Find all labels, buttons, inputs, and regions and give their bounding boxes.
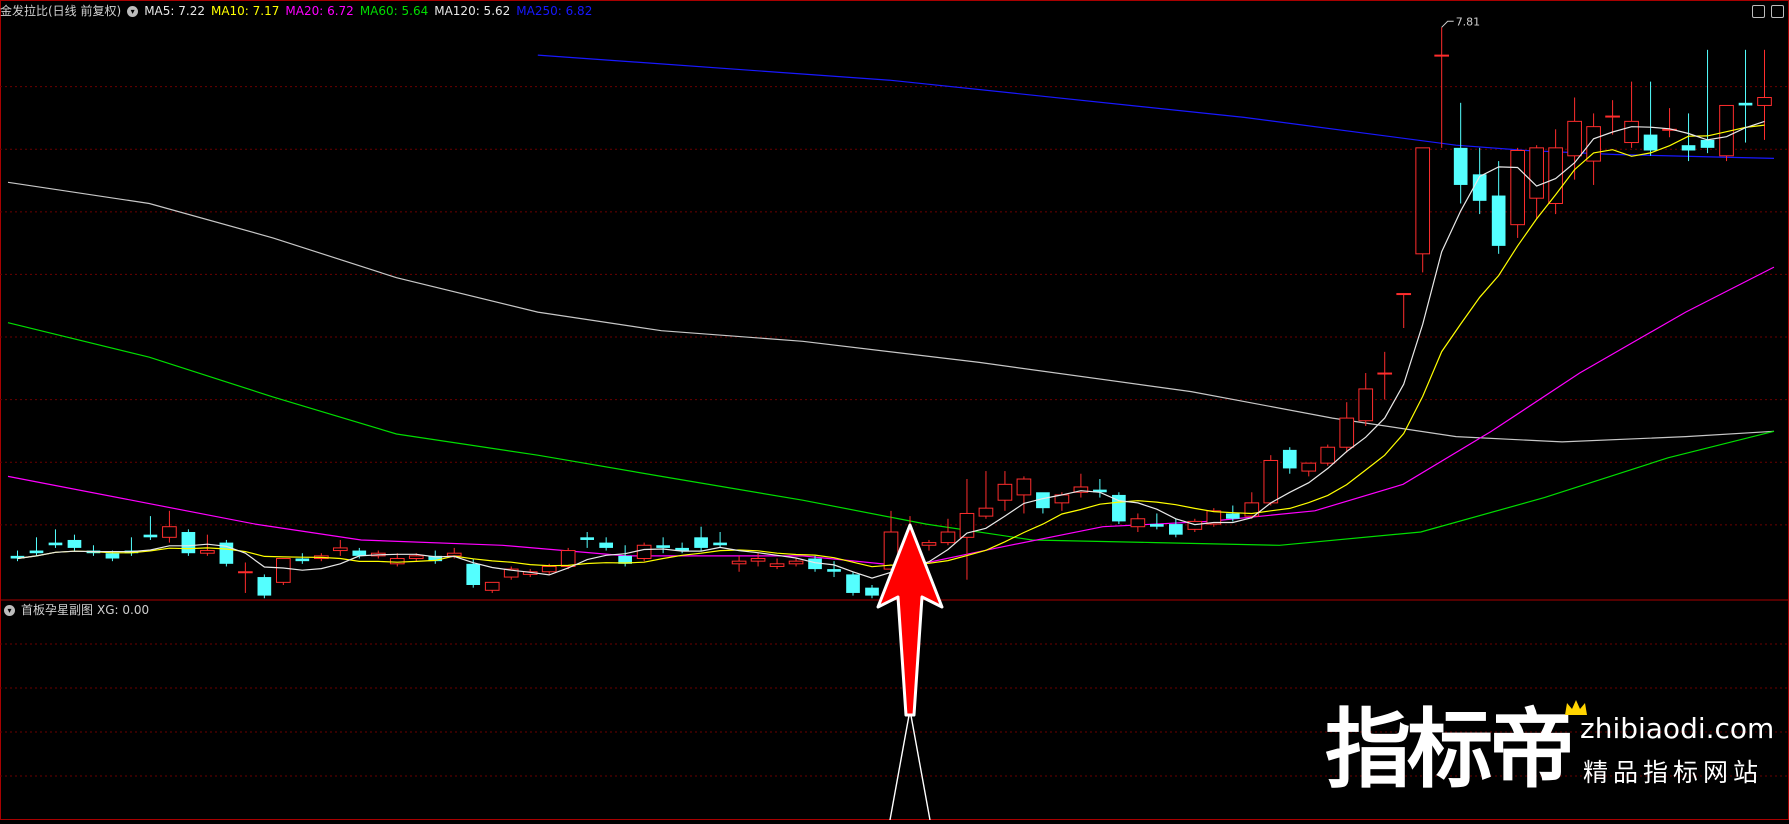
candle-body-up	[238, 571, 253, 574]
kline-chart-window: 7.81 金发拉比(日线 前复权) MA5: 7.22 MA10: 7.17 MA20…	[0, 0, 1789, 821]
candle-body-up	[276, 558, 291, 583]
candle-body-down	[599, 542, 613, 548]
ma10-line	[17, 124, 1765, 568]
candle-body-down	[466, 563, 481, 585]
candle-body-up	[560, 550, 576, 567]
subchart-dropdown-icon[interactable]	[4, 605, 15, 616]
candle-body-down	[181, 532, 196, 554]
indicator-list: MA5: 7.22 MA10: 7.17 MA20: 6.72 MA60: 5.64 M…	[144, 4, 598, 18]
candle-body-up	[940, 531, 956, 544]
watermark-brand: 指标帝	[1325, 700, 1575, 800]
maximize-icon[interactable]	[1771, 5, 1784, 18]
indicator-label: MA60: 5.64	[359, 4, 429, 18]
candle-body-up	[162, 526, 177, 538]
candle-body-up	[1396, 293, 1412, 296]
candle-body-up	[541, 565, 557, 573]
candle-body-up	[446, 552, 462, 557]
candle-body-up	[731, 560, 747, 565]
candle-body-down	[67, 539, 82, 548]
subchart-title: 首板孕星副图	[21, 603, 94, 617]
candle-body-up	[1358, 388, 1374, 422]
candle-body-up	[484, 581, 500, 591]
candle-body-down	[295, 558, 310, 562]
candle-body-down	[1491, 195, 1506, 246]
candle-body-down	[257, 577, 272, 596]
candle-body-down	[846, 574, 860, 593]
sub-panel-header: 首板孕星副图XG: 0.00	[0, 600, 155, 620]
main-panel-header: 金发拉比(日线 前复权) MA5: 7.22 MA10: 7.17 MA20: 6.7…	[0, 1, 604, 21]
candle-body-down	[1453, 147, 1468, 185]
watermark-slogan: 精品指标网站	[1583, 758, 1764, 787]
candle-body-down	[694, 537, 708, 548]
candle-body-down	[865, 587, 879, 596]
indicator-label: MA5: 7.22	[144, 4, 205, 18]
candle-body-down	[1169, 524, 1183, 535]
candle-body-down	[1282, 449, 1297, 469]
candle-body-up	[1567, 120, 1582, 157]
candle-body-up	[1624, 120, 1639, 144]
candle-body-down	[1643, 134, 1658, 151]
candle-body-down	[1738, 102, 1753, 106]
candle-body-up	[1339, 417, 1355, 448]
candle-body-up	[997, 483, 1013, 501]
candle-body-up	[1016, 478, 1032, 496]
signal-spike	[889, 709, 931, 821]
indicator-label: MA120: 5.62	[434, 4, 511, 18]
candle-body-up	[332, 547, 348, 552]
candle-body-up	[978, 507, 994, 517]
candle-body-up	[1529, 147, 1544, 199]
candle-body-down	[29, 550, 44, 554]
candle-body-down	[1700, 139, 1715, 148]
indicator-label: MA20: 6.72	[285, 4, 354, 18]
candle-body-down	[105, 553, 120, 559]
candle-body-up	[1301, 462, 1317, 472]
candle-body-down	[1681, 145, 1696, 151]
watermark-url: zhibiaodi.com	[1580, 712, 1775, 745]
high-marker-label: 7.81	[1456, 15, 1481, 28]
candle-body-up	[408, 555, 424, 560]
indicator-label: MA250: 6.82	[516, 4, 593, 18]
indicator-dropdown-icon[interactable]	[127, 6, 139, 17]
candle-body-down	[1225, 513, 1240, 519]
candle-body-up	[788, 560, 804, 565]
candle-body-down	[1150, 524, 1164, 527]
candle-body-up	[1605, 115, 1620, 118]
candle-body-down	[143, 534, 158, 538]
ma120-line	[7, 181, 1775, 443]
candle-body-up	[1377, 372, 1393, 375]
candle-body-up	[200, 550, 215, 554]
candle-body-up	[636, 544, 652, 560]
candle-body-down	[1472, 174, 1487, 201]
high-marker-leader	[1441, 20, 1454, 28]
candle-body-down	[656, 545, 670, 548]
watermark: 指标帝 zhibiaodi.com 精品指标网站	[1325, 690, 1785, 800]
candle-body-up	[1510, 149, 1525, 226]
candle-body-up	[1320, 446, 1336, 464]
candle-body-down	[580, 537, 595, 540]
restore-icon[interactable]	[1752, 5, 1765, 18]
candle-body-up	[769, 563, 785, 567]
candle-body-up	[1757, 97, 1772, 106]
candle-body-up	[1130, 518, 1146, 528]
indicator-label: MA10: 7.17	[210, 4, 280, 18]
candle-body-down	[713, 542, 727, 546]
xg-readout: XG: 0.00	[97, 603, 150, 617]
candle-body-up	[750, 558, 766, 562]
stock-title: 金发拉比(日线 前复权)	[0, 4, 122, 18]
candle-body-down	[48, 542, 63, 546]
candle-body-up	[1434, 54, 1450, 57]
candle-body-up	[389, 558, 405, 565]
candle-body-down	[827, 569, 841, 572]
candle-body-up	[1415, 147, 1431, 255]
candle-body-up	[921, 542, 937, 546]
candle-body-up	[1263, 459, 1279, 504]
